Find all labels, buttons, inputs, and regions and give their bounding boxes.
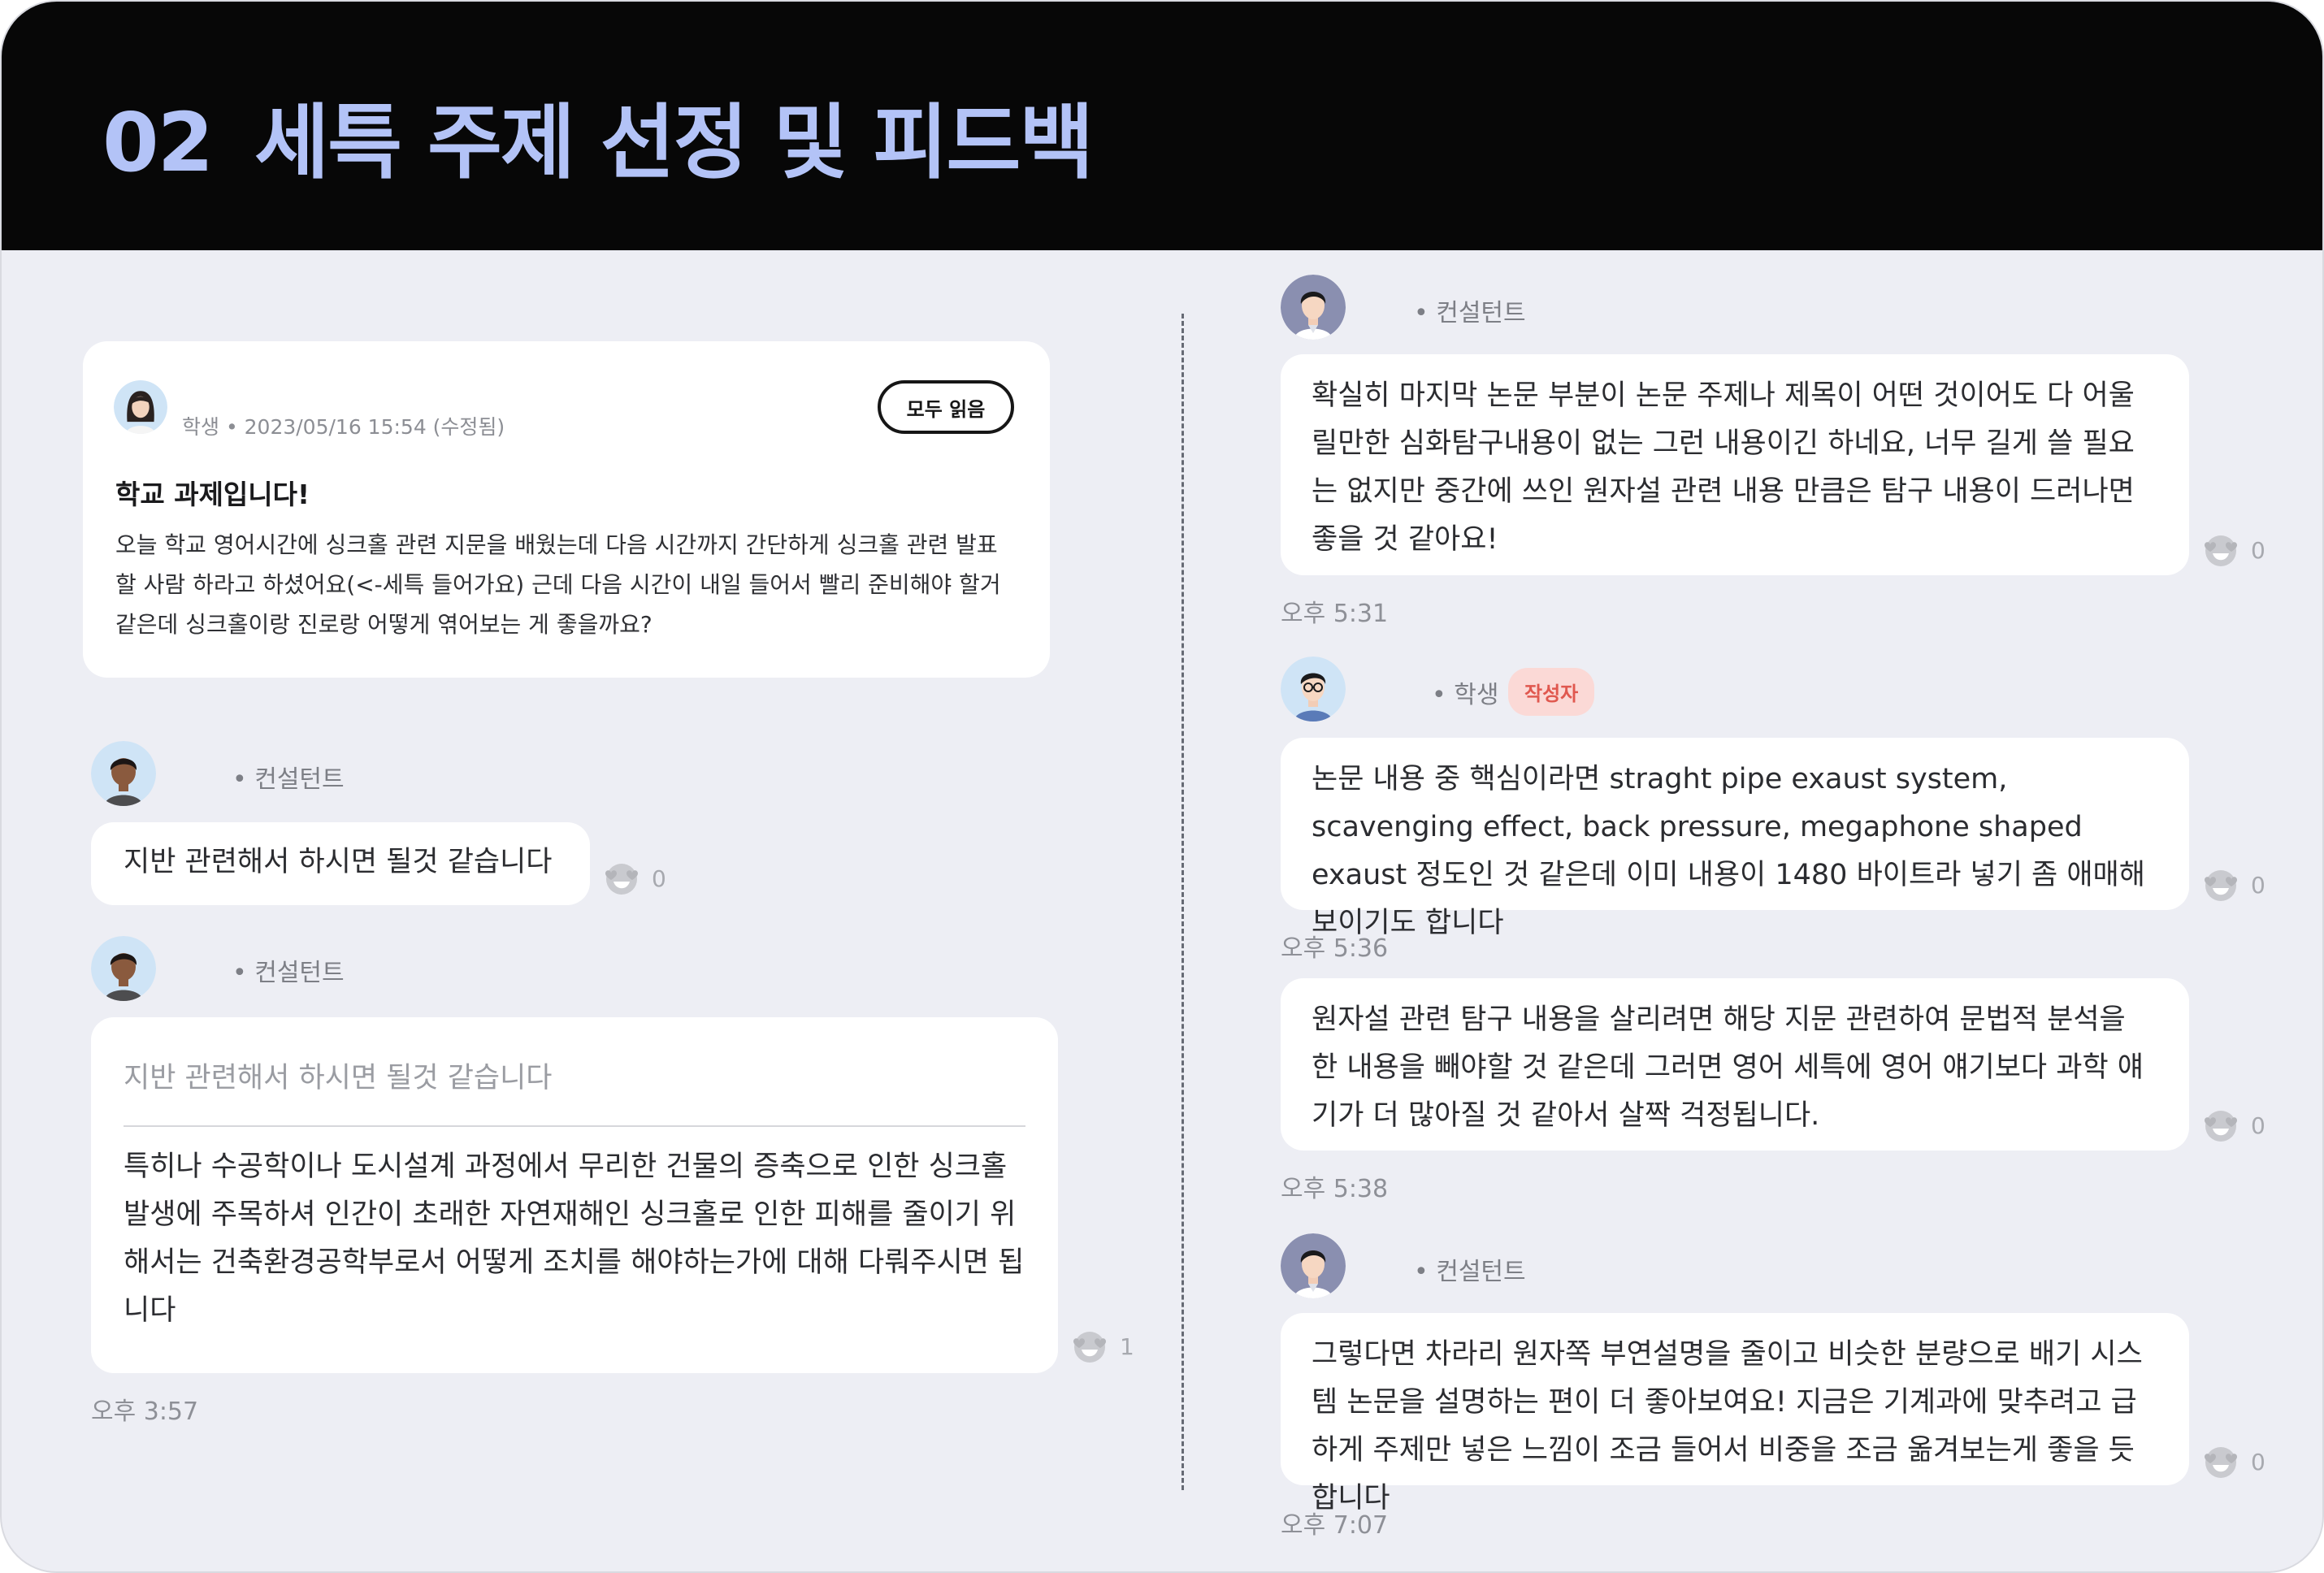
student-avatar-girl — [114, 380, 167, 434]
comment-time: 오후 5:31 — [1281, 600, 1389, 628]
comment-text: 원자설 관련 탐구 내용을 살리려면 해당 지문 관련하여 문법적 분석을 한 … — [1312, 1003, 2144, 1132]
like-button[interactable]: 1 — [1071, 1328, 1134, 1365]
heart-eyes-emoji-icon — [605, 864, 638, 895]
comment-time: 오후 5:38 — [1281, 1175, 1389, 1203]
quote-separator — [124, 1125, 1025, 1127]
quoted-reply: 지반 관련해서 하시면 될것 같습니다 — [124, 1062, 553, 1094]
comment-bubble: 그렇다면 차라리 원자쪽 부연설명을 줄이고 비슷한 분량으로 배기 시스템 논… — [1281, 1313, 2189, 1514]
comment-time: 오후 5:36 — [1281, 934, 1389, 963]
heart-eyes-emoji-icon — [2205, 1111, 2237, 1142]
like-count: 0 — [2251, 536, 2265, 564]
like-button[interactable]: 0 — [2202, 866, 2265, 904]
like-count: 0 — [652, 864, 666, 892]
page-title: 02 세특 주제 선정 및 피드백 — [102, 76, 1094, 194]
like-count: 0 — [2251, 1448, 2265, 1476]
section-number: 02 — [102, 95, 214, 190]
like-count: 0 — [2251, 1112, 2265, 1139]
comment-bubble: 확실히 마지막 논문 부분이 논문 주제나 제목이 어떤 것이어도 다 어울릴만… — [1281, 354, 2189, 575]
comment-text: 확실히 마지막 논문 부분이 논문 주제나 제목이 어떤 것이어도 다 어울릴만… — [1312, 379, 2135, 556]
heart-eyes-emoji-icon — [2205, 535, 2237, 566]
post-title: 학교 과제입니다! — [115, 479, 310, 510]
comment-text: 특히나 수공학이나 도시설계 과정에서 무리한 건물의 증축으로 인한 싱크홀 … — [124, 1150, 1025, 1327]
author-badge: 작성자 — [1508, 668, 1595, 716]
comment-time: 오후 3:57 — [91, 1398, 199, 1426]
comment-text: 논문 내용 중 핵심이라면 straght pipe exaust system… — [1312, 763, 2145, 939]
heart-eyes-emoji-icon — [2205, 1447, 2237, 1478]
comment-bubble: 논문 내용 중 핵심이라면 straght pipe exaust system… — [1281, 738, 2189, 939]
post-meta: 학생 • 2023/05/16 15:54 (수정됨) — [182, 415, 505, 439]
comment-role: • 컨설턴트 — [1414, 299, 1526, 327]
question-post-card: 학생 • 2023/05/16 15:54 (수정됨) 모두 읽음 학교 과제입… — [83, 341, 1050, 678]
comment-text: 그렇다면 차라리 원자쪽 부연설명을 줄이고 비슷한 분량으로 배기 시스템 논… — [1312, 1338, 2143, 1514]
consultant-avatar — [1281, 275, 1346, 340]
consultant-avatar — [91, 936, 156, 1001]
comment-bubble-with-quote: 지반 관련해서 하시면 될것 같습니다 특히나 수공학이나 도시설계 과정에서 … — [91, 1017, 1058, 1373]
page-header: 02 세특 주제 선정 및 피드백 — [2, 2, 2322, 250]
consultant-avatar — [91, 741, 156, 806]
consultant-avatar — [1281, 1233, 1346, 1298]
comment-role: • 컨설턴트 — [232, 959, 345, 987]
heart-eyes-emoji-icon — [2205, 870, 2237, 901]
section-title: 세특 주제 선정 및 피드백 — [254, 95, 1094, 190]
comment-role: • 학생 — [1432, 681, 1499, 709]
like-button[interactable]: 0 — [2202, 531, 2265, 569]
like-button[interactable]: 0 — [2202, 1443, 2265, 1480]
student-avatar-boy — [1281, 656, 1346, 722]
like-count: 0 — [2251, 871, 2265, 899]
comment-bubble: 원자설 관련 탐구 내용을 살리려면 해당 지문 관련하여 문법적 분석을 한 … — [1281, 978, 2189, 1150]
heart-eyes-emoji-icon — [1073, 1332, 1106, 1363]
post-body: 오늘 학교 영어시간에 싱크홀 관련 지문을 배웠는데 다음 시간까지 간단하게… — [115, 531, 1001, 638]
like-button[interactable]: 0 — [2202, 1107, 2265, 1144]
comment-role: • 컨설턴트 — [232, 765, 345, 794]
comment-bubble: 지반 관련해서 하시면 될것 같습니다 — [91, 822, 590, 905]
column-divider — [1182, 314, 1184, 1490]
read-all-button[interactable]: 모두 읽음 — [878, 380, 1014, 434]
comment-role: • 컨설턴트 — [1414, 1258, 1526, 1286]
comment-time: 오후 7:07 — [1281, 1511, 1389, 1540]
comment-text: 지반 관련해서 하시면 될것 같습니다 — [124, 846, 553, 878]
like-count: 1 — [1120, 1332, 1134, 1360]
page-frame: 02 세특 주제 선정 및 피드백 학생 • 2023/05/16 15:54 (… — [0, 0, 2324, 1573]
like-button[interactable]: 0 — [603, 860, 666, 897]
